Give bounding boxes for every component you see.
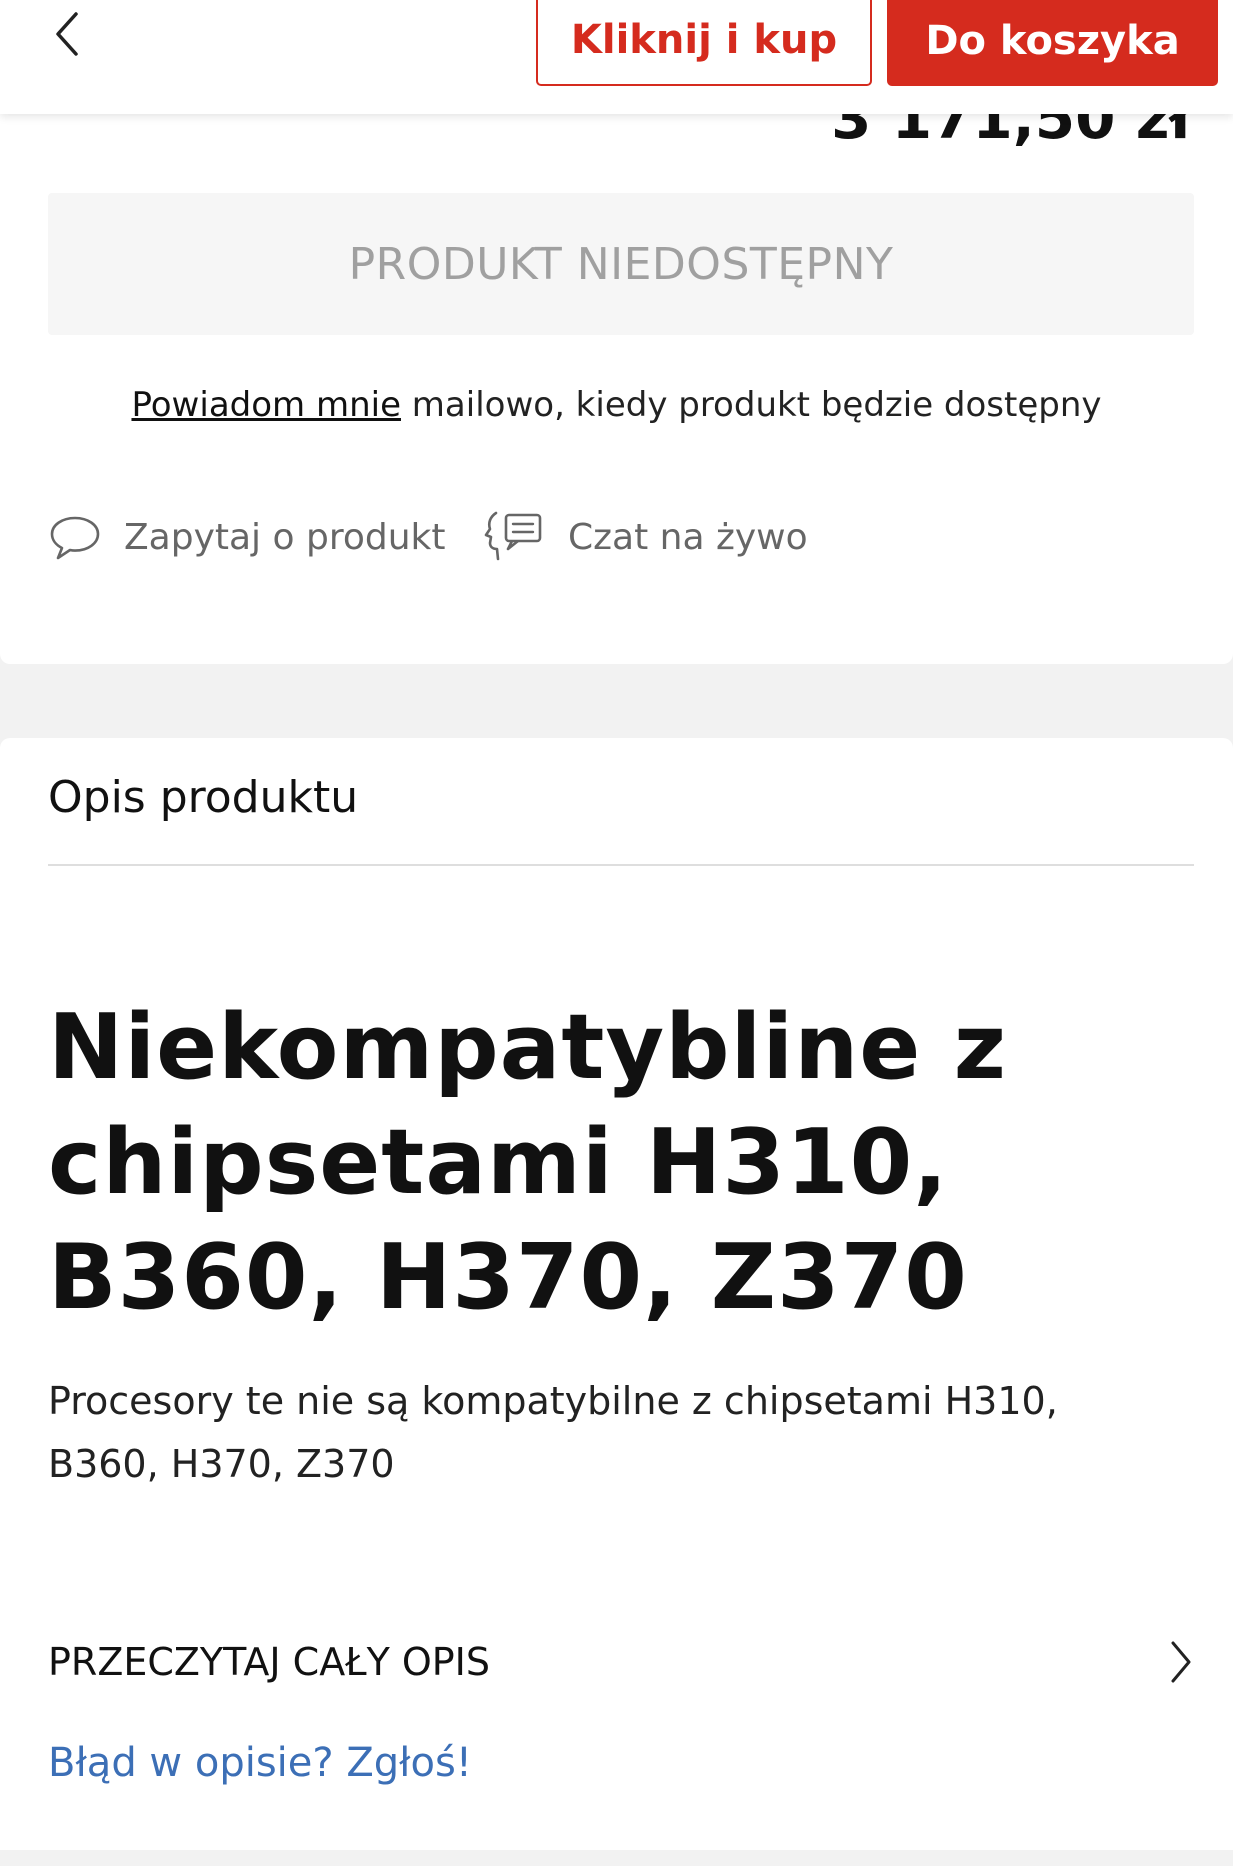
chevron-left-icon bbox=[56, 12, 78, 56]
live-chat-button[interactable]: Czat na żywo bbox=[484, 500, 808, 574]
notify-rest-text: mailowo, kiedy produkt będzie dostępny bbox=[401, 385, 1102, 425]
description-headline: Niekompatybline z chipsetami H310, B360,… bbox=[48, 995, 1008, 1330]
section-divider bbox=[48, 864, 1194, 866]
sticky-top-bar: Kliknij i kup Do koszyka bbox=[0, 0, 1233, 114]
buy-now-button[interactable]: Kliknij i kup bbox=[536, 0, 872, 86]
ask-about-product-label: Zapytaj o produkt bbox=[124, 516, 446, 558]
section-title: Opis produktu bbox=[48, 772, 359, 823]
notify-me-link[interactable]: Powiadom mnie bbox=[131, 385, 401, 425]
read-full-description-label: PRZECZYTAJ CAŁY OPIS bbox=[48, 1640, 491, 1684]
speech-bubble-icon bbox=[50, 516, 100, 560]
chat-agent-icon bbox=[484, 511, 542, 561]
chevron-right-icon bbox=[1171, 1641, 1191, 1683]
description-paragraph: Procesory te nie są kompatybilne z chips… bbox=[48, 1379, 1058, 1486]
ask-about-product-button[interactable]: Zapytaj o produkt bbox=[48, 500, 446, 574]
live-chat-label: Czat na żywo bbox=[568, 516, 808, 558]
add-to-cart-button[interactable]: Do koszyka bbox=[887, 0, 1218, 86]
notify-availability-text: Powiadom mnie mailowo, kiedy produkt będ… bbox=[0, 385, 1233, 425]
product-unavailable-button: PRODUKT NIEDOSTĘPNY bbox=[48, 193, 1194, 335]
read-full-description-button[interactable]: PRZECZYTAJ CAŁY OPIS bbox=[48, 1622, 1194, 1702]
back-button[interactable] bbox=[50, 6, 90, 62]
report-description-error-link[interactable]: Błąd w opisie? Zgłoś! bbox=[48, 1740, 472, 1786]
